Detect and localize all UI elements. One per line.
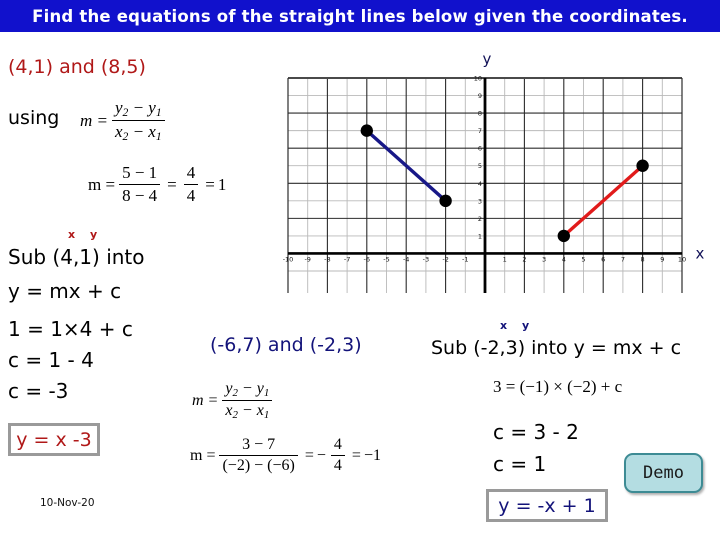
x-tick-label: 4 — [562, 255, 566, 263]
x-tick-label: 8 — [641, 255, 645, 263]
slope-formula-left-denominator: x2 − x1 — [112, 120, 165, 143]
slope-values-left-numerator1: 5 − 1 — [122, 163, 158, 182]
slope-formula-left-lhs: m = — [80, 110, 108, 130]
left-step-1: 1 = 1×4 + c — [8, 317, 133, 341]
left-step-0: y = mx + c — [8, 279, 122, 303]
x-tick-label: 3 — [542, 255, 546, 263]
coordinate-graph: -10 -9 -8 -7 -6 -5 -4 -3 -2 -1 1 2 3 4 5 6 7 8 9 10 1 2 3 4 5 6 7 8… — [275, 45, 720, 305]
slope-values-middle-fraction1: 3 − 7 (−2) − (−6) — [219, 436, 298, 475]
y-tick-label: 5 — [478, 162, 482, 170]
y-tick-label: 10 — [474, 75, 482, 83]
middle-coords-heading: (-6,7) and (-2,3) — [210, 334, 362, 356]
slope-formula-middle: m = y2 − y1 x2 − x1 — [192, 380, 276, 421]
slope-formula-middle-numerator: y2 − y1 — [225, 380, 270, 400]
right-step-1: c = 1 — [493, 452, 547, 476]
slope-values-middle-numerator1: 3 − 7 — [242, 436, 276, 453]
slope-values-middle-numerator2: 4 — [333, 436, 342, 453]
x-axis-label: x — [696, 244, 705, 262]
y-tick-label: 7 — [478, 127, 482, 135]
x-tick-label: -2 — [442, 255, 448, 263]
graph-svg: -10 -9 -8 -7 -6 -5 -4 -3 -2 -1 1 2 3 4 5 6 7 8 9 10 1 2 3 4 5 6 7 8… — [283, 50, 705, 293]
x-tick-label: -1 — [462, 255, 468, 263]
slope-values-left-fraction2: 4 4 — [183, 163, 199, 206]
y-tick-label: 2 — [478, 215, 482, 223]
demo-button-label: Demo — [643, 463, 684, 483]
left-answer-text: y = x -3 — [16, 428, 92, 451]
left-sub-line: Sub (4,1) into — [8, 245, 145, 269]
right-sub-line: Sub (-2,3) into y = mx + c — [431, 337, 682, 359]
left-answer-box: y = x -3 — [8, 423, 100, 456]
demo-button[interactable]: Demo — [624, 453, 703, 493]
right-answer-text: y = -x + 1 — [498, 494, 596, 517]
y-tick-label: 1 — [478, 232, 482, 240]
right-step-0: c = 3 - 2 — [493, 420, 579, 444]
right-equation: 3 = (−1) × (−2) + c — [493, 377, 622, 397]
slope-formula-middle-lhs: m = — [192, 391, 219, 409]
slope-values-left-result: 1 — [217, 174, 227, 194]
slope-values-middle-denominator1: (−2) − (−6) — [219, 455, 298, 475]
x-tick-label: -6 — [364, 255, 370, 263]
using-label: using — [8, 107, 60, 129]
slope-formula-left-numerator: y2 − y1 — [115, 98, 162, 120]
left-var-label-x: x — [68, 228, 76, 241]
left-coords-heading: (4,1) and (8,5) — [8, 56, 146, 78]
y-tick-label: 6 — [478, 145, 482, 153]
y-axis-label: y — [483, 50, 492, 68]
slope-values-middle-lhs: m = — [190, 446, 216, 464]
left-step-2: c = 1 - 4 — [8, 348, 94, 372]
x-tick-label: -8 — [324, 255, 330, 263]
slope-values-middle-denominator2: 4 — [330, 455, 345, 475]
x-tick-label: -5 — [383, 255, 389, 263]
slope-formula-middle-denominator: x2 − x1 — [222, 400, 273, 421]
slope-values-left-fraction1: 5 − 1 8 − 4 — [119, 163, 161, 206]
title-bar: Find the equations of the straight lines… — [0, 0, 720, 32]
date-stamp: 10-Nov-20 — [40, 497, 95, 509]
slope-formula-left: m = y2 − y1 x2 − x1 — [80, 98, 169, 143]
x-tick-label: -10 — [283, 255, 294, 263]
x-tick-label: -7 — [344, 255, 350, 263]
data-point-marker — [360, 124, 373, 137]
slope-values-left-equals1: = — [167, 174, 177, 194]
slide-page: Find the equations of the straight lines… — [0, 0, 720, 540]
slope-values-left-equals2: = — [205, 174, 215, 194]
left-var-label-y: y — [90, 228, 98, 241]
x-tick-label: 6 — [601, 255, 605, 263]
x-tick-label: 10 — [678, 255, 686, 263]
x-tick-label: 2 — [522, 255, 526, 263]
page-title: Find the equations of the straight lines… — [32, 6, 688, 26]
y-tick-label: 3 — [478, 197, 482, 205]
x-tick-label: 5 — [581, 255, 585, 263]
data-point-marker — [439, 194, 452, 208]
slope-values-middle-result: −1 — [363, 446, 381, 464]
y-tick-label: 9 — [478, 92, 482, 100]
right-equation-text: 3 = (−1) × (−2) + c — [493, 377, 623, 396]
x-tick-label: 7 — [621, 255, 625, 263]
slope-values-left: m = 5 − 1 8 − 4 = 4 4 = 1 — [88, 163, 226, 206]
slope-values-middle: m = 3 − 7 (−2) − (−6) = − 4 4 = −1 — [190, 436, 381, 475]
right-var-label-y: y — [522, 319, 530, 332]
x-tick-label: 1 — [503, 255, 507, 263]
slope-values-middle-fraction2: 4 4 — [330, 436, 345, 475]
slope-values-middle-equals2: = — [351, 446, 361, 464]
x-tick-label: -3 — [423, 255, 429, 263]
slope-values-left-numerator2: 4 — [186, 163, 196, 182]
x-tick-label: -4 — [403, 255, 409, 263]
y-tick-label: 4 — [478, 180, 482, 188]
slope-values-left-denominator1: 8 − 4 — [119, 184, 161, 206]
slope-values-middle-sign: − — [316, 446, 326, 464]
slope-values-middle-equals1: = — [304, 446, 314, 464]
data-point-marker — [557, 229, 570, 243]
right-var-label-x: x — [500, 319, 508, 332]
right-answer-box: y = -x + 1 — [486, 489, 608, 522]
slope-formula-left-fraction: y2 − y1 x2 − x1 — [112, 98, 165, 143]
x-tick-label: -9 — [304, 255, 310, 263]
slope-values-left-lhs: m = — [88, 174, 116, 194]
slope-values-left-denominator2: 4 — [183, 184, 199, 206]
data-point-marker — [636, 159, 649, 172]
x-tick-label: 9 — [660, 255, 664, 263]
y-tick-label: 8 — [478, 110, 482, 118]
left-step-3: c = -3 — [8, 379, 69, 403]
slope-formula-middle-fraction: y2 − y1 x2 − x1 — [222, 380, 273, 421]
